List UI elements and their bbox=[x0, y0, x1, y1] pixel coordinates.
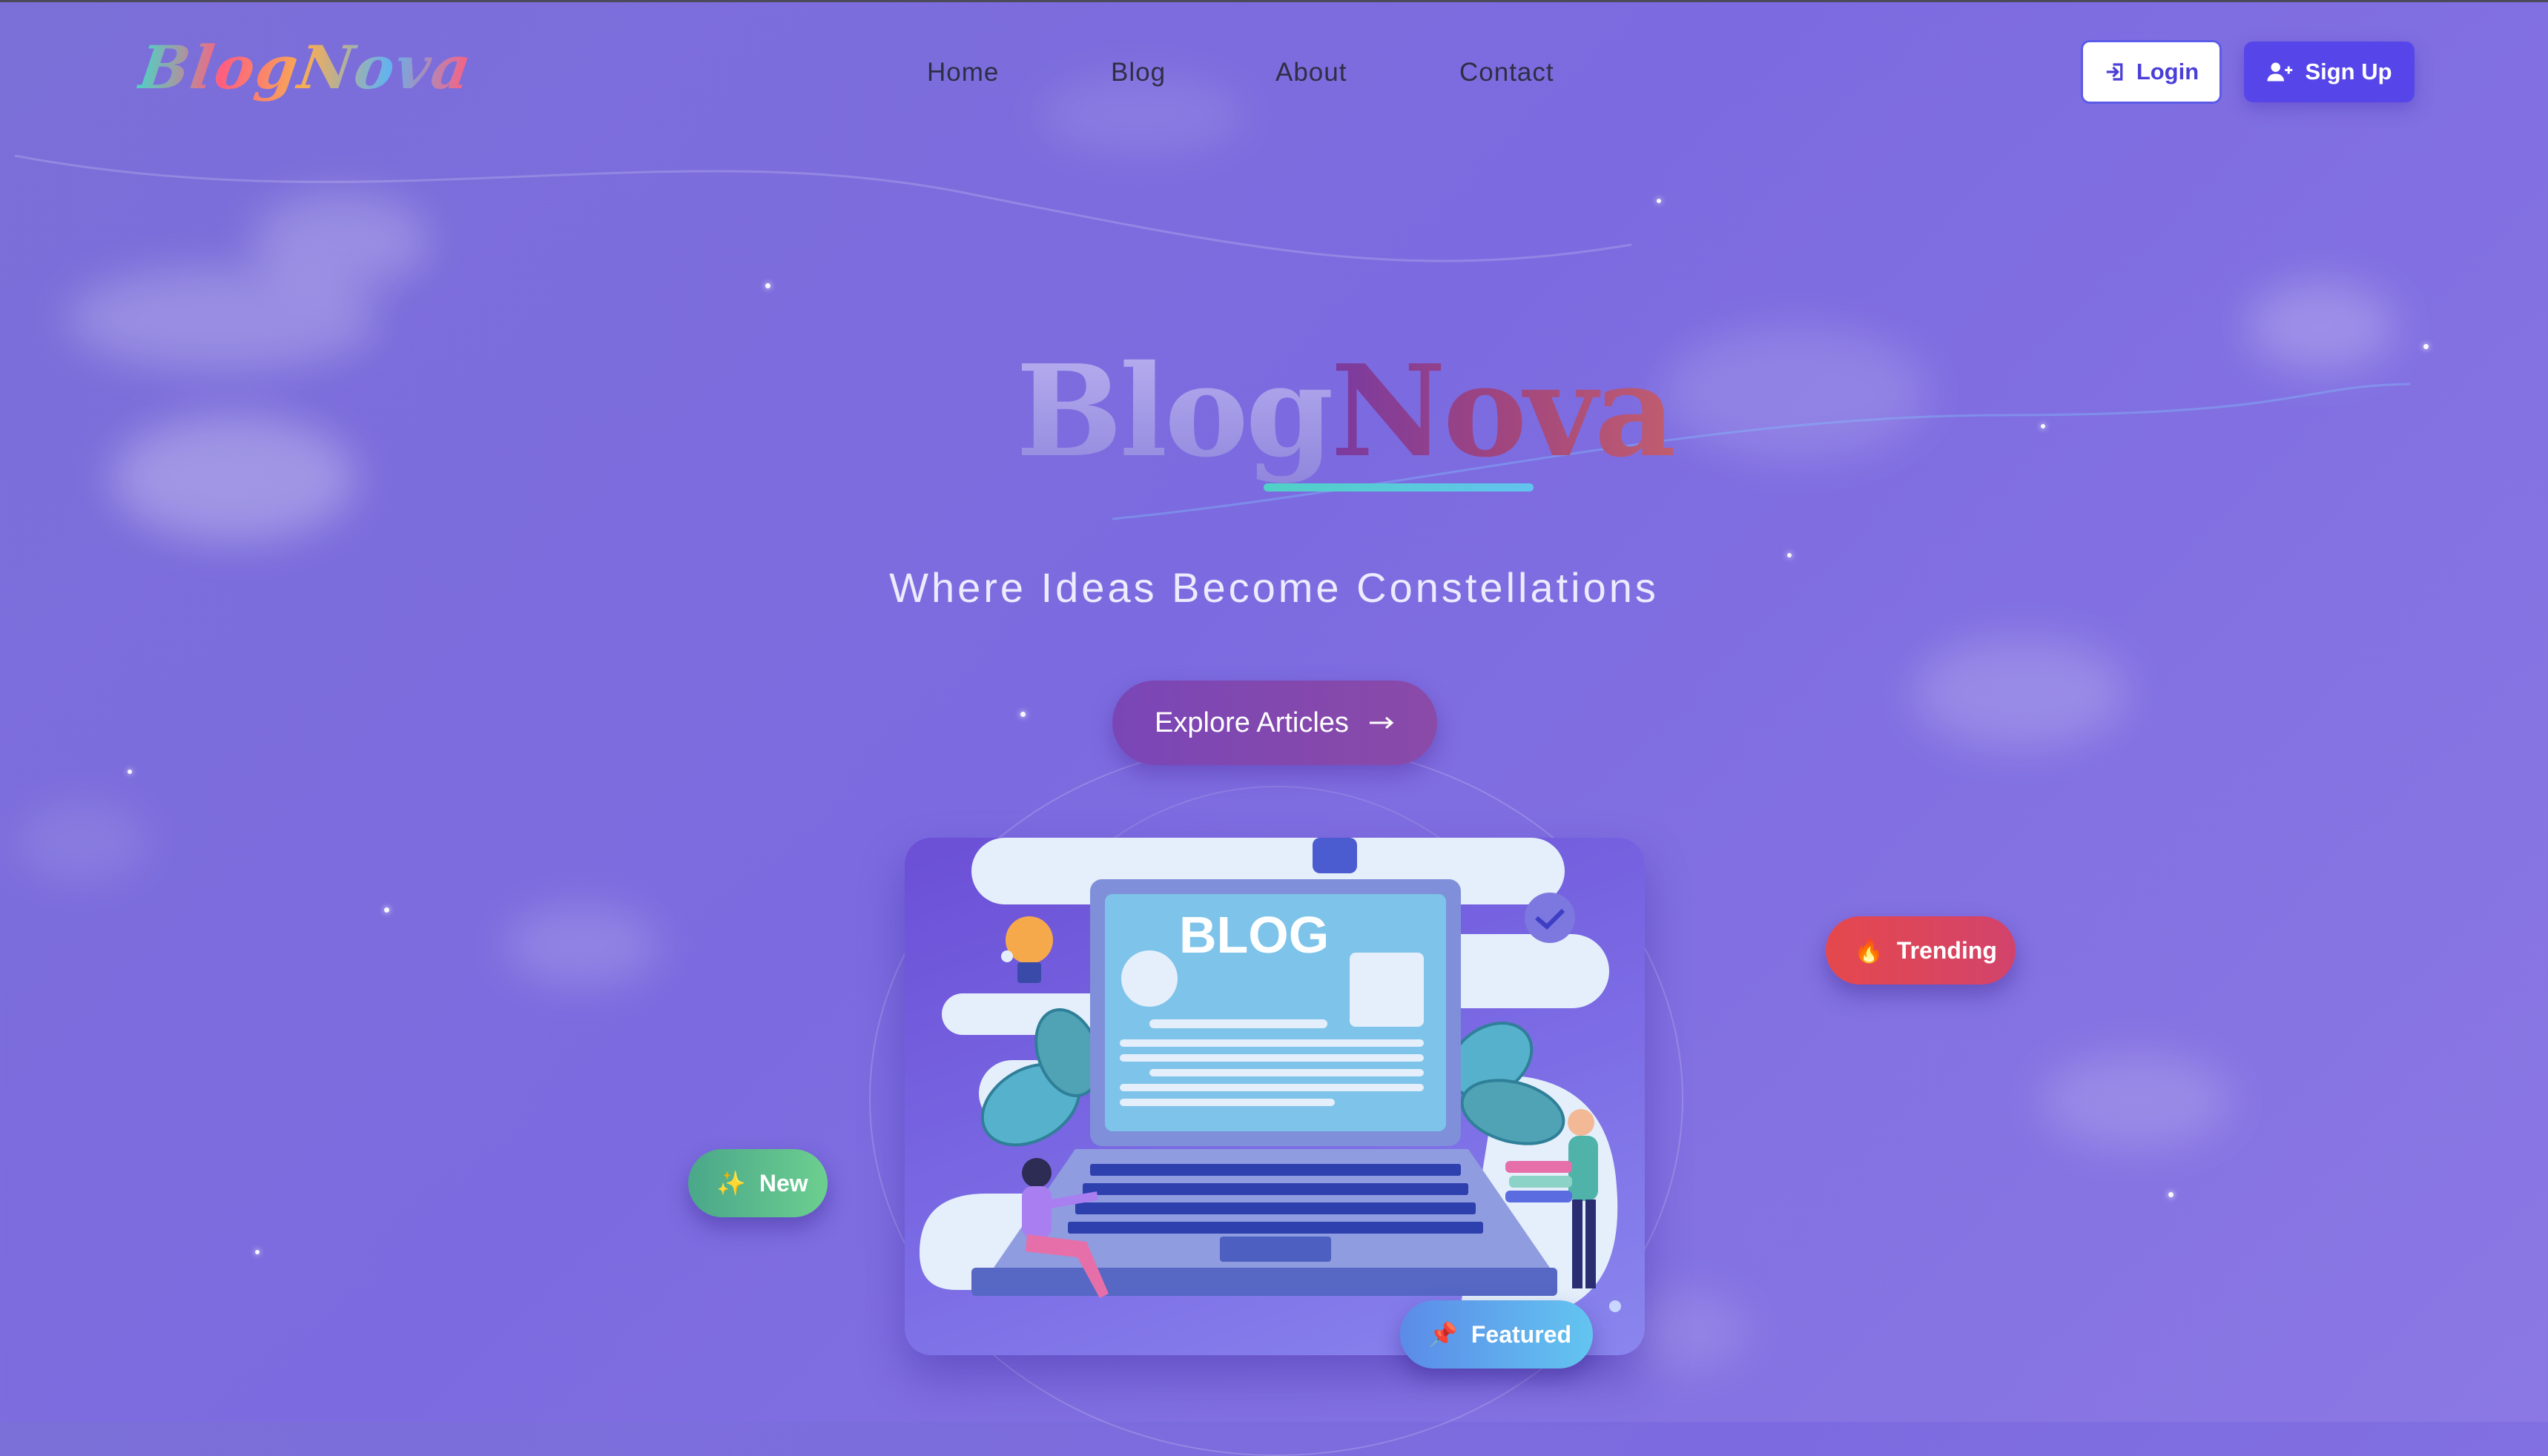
nav-contact[interactable]: Contact bbox=[1459, 58, 1554, 87]
hero-title-part1: Blog bbox=[1016, 337, 1334, 486]
explore-articles-label: Explore Articles bbox=[1155, 707, 1349, 738]
featured-label: Featured bbox=[1471, 1320, 1571, 1348]
hero-title: BlogNova bbox=[1016, 348, 1676, 474]
blog-illustration: BLOG bbox=[905, 838, 1645, 1355]
login-arrow-icon bbox=[2106, 63, 2123, 81]
signup-label: Sign Up bbox=[2305, 59, 2392, 85]
trending-badge[interactable]: 🔥 Trending bbox=[1826, 916, 2016, 985]
signup-button[interactable]: Sign Up bbox=[2244, 42, 2415, 102]
site-logo[interactable]: BlogNova bbox=[134, 33, 476, 102]
trending-label: Trending bbox=[1896, 936, 1997, 964]
login-button[interactable]: Login bbox=[2081, 40, 2222, 104]
hero-title-underline bbox=[1264, 483, 1534, 492]
user-plus-icon bbox=[2267, 62, 2293, 82]
screen-blog-text: BLOG bbox=[1179, 906, 1329, 964]
featured-badge[interactable]: 📌 Featured bbox=[1400, 1300, 1593, 1369]
arrow-right-icon bbox=[1369, 716, 1394, 729]
hero-title-part2: Nova bbox=[1330, 337, 1677, 486]
fire-icon: 🔥 bbox=[1854, 937, 1884, 964]
login-label: Login bbox=[2136, 59, 2199, 85]
nav-blog[interactable]: Blog bbox=[1111, 58, 1166, 87]
nav-home[interactable]: Home bbox=[927, 58, 999, 87]
sparkles-icon: ✨ bbox=[716, 1170, 746, 1197]
hero-tagline: Where Ideas Become Constellations bbox=[889, 564, 1659, 611]
pin-icon: 📌 bbox=[1428, 1321, 1458, 1348]
explore-articles-button[interactable]: Explore Articles bbox=[1112, 681, 1437, 765]
new-badge[interactable]: ✨ New bbox=[688, 1149, 828, 1217]
nav-about[interactable]: About bbox=[1275, 58, 1347, 87]
new-label: New bbox=[759, 1169, 808, 1197]
